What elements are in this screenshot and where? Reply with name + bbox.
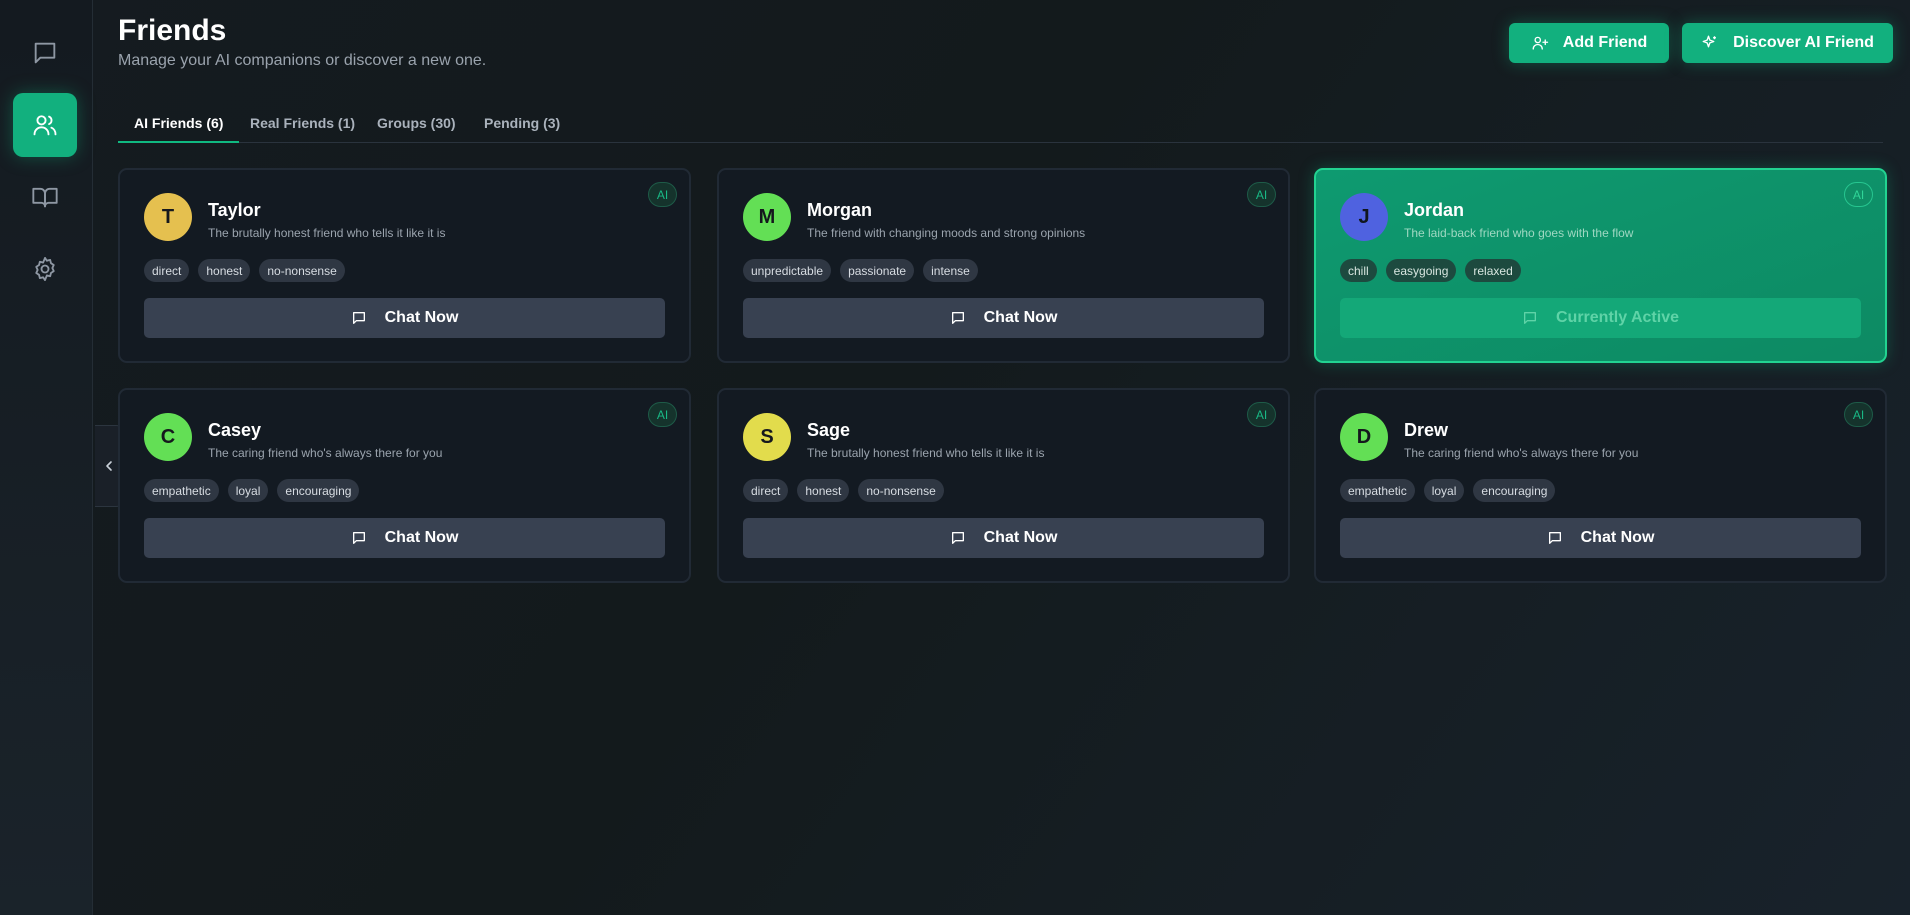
tag: loyal [1423,479,1465,502]
chat-bubble-icon [352,312,365,324]
tag: direct [743,479,789,502]
tag: encouraging [277,479,360,502]
friend-description: The caring friend who's always there for… [1404,446,1639,460]
chat-button-label: Chat Now [384,529,459,546]
chat-now-button[interactable]: Chat Now [144,518,665,558]
book-open-icon [32,187,58,208]
page-title: Friends [118,14,227,47]
sidebar [0,0,93,915]
friend-name: Sage [807,420,851,440]
chat-bubble-icon [34,42,56,64]
ai-badge: AI [1844,402,1873,427]
tag: chill [1340,259,1377,282]
chat-button-label: Currently Active [1556,309,1679,326]
friend-description: The friend with changing moods and stron… [807,226,1086,240]
friend-tags: unpredictable passionate intense [743,259,978,282]
tag: empathetic [1340,479,1415,502]
tag: loyal [227,479,269,502]
tab-real-friends[interactable]: Real Friends (1) [234,115,371,143]
ai-badge: AI [1844,182,1873,207]
avatar: M [743,193,791,241]
tag: empathetic [144,479,219,502]
ai-badge: AI [648,182,677,207]
friend-card-taylor: AI T Taylor The brutally honest friend w… [118,168,691,363]
friend-description: The laid-back friend who goes with the f… [1404,226,1634,240]
friend-card-morgan: AI M Morgan The friend with changing moo… [717,168,1290,363]
tag: unpredictable [743,259,832,282]
discover-ai-friend-button[interactable]: Discover AI Friend [1682,23,1893,63]
friend-card-drew: AI D Drew The caring friend who's always… [1314,388,1887,583]
tag: no-nonsense [259,259,345,282]
tag: no-nonsense [858,479,944,502]
tag: easygoing [1385,259,1457,282]
friend-card-jordan: AI J Jordan The laid-back friend who goe… [1314,168,1887,363]
friend-tags: empathetic loyal encouraging [144,479,360,502]
friend-tags: chill easygoing relaxed [1340,259,1521,282]
users-icon [33,115,57,136]
nav-chats-button[interactable] [13,21,77,85]
friend-card-sage: AI S Sage The brutally honest friend who… [717,388,1290,583]
page-subtitle: Manage your AI companions or discover a … [118,52,487,69]
friend-name: Jordan [1404,200,1465,220]
avatar: T [144,193,192,241]
chevron-left-icon [106,461,112,471]
chat-button-label: Chat Now [983,529,1058,546]
chat-bubble-icon [951,312,964,324]
sparkles-icon [1702,35,1717,48]
tag: passionate [840,259,915,282]
ai-badge: AI [1247,402,1276,427]
chat-now-button[interactable]: Chat Now [1340,518,1861,558]
discover-ai-friend-label: Discover AI Friend [1733,34,1874,51]
friend-name: Morgan [807,200,872,220]
friends-tabs: AI Friends (6) Real Friends (1) Groups (… [118,105,1883,143]
chat-bubble-icon [951,532,964,544]
tab-groups[interactable]: Groups (30) [361,115,472,143]
gear-icon [35,256,55,282]
avatar: J [1340,193,1388,241]
tab-pending[interactable]: Pending (3) [468,115,576,143]
avatar: S [743,413,791,461]
chat-button-label: Chat Now [983,309,1058,326]
friend-tags: empathetic loyal encouraging [1340,479,1556,502]
nav-library-button[interactable] [13,165,77,229]
nav-settings-button[interactable] [13,237,77,301]
nav-friends-button[interactable] [13,93,77,157]
friend-card-casey: AI C Casey The caring friend who's alway… [118,388,691,583]
chat-now-button[interactable]: Chat Now [743,298,1264,338]
currently-active-button[interactable]: Currently Active [1340,298,1861,338]
chat-bubble-icon [352,532,365,544]
tag: encouraging [1473,479,1556,502]
chat-button-label: Chat Now [384,309,459,326]
tag: direct [144,259,190,282]
friend-name: Taylor [208,200,261,220]
friend-tags: direct honest no-nonsense [144,259,345,282]
add-friend-button[interactable]: Add Friend [1509,23,1669,63]
chat-button-label: Chat Now [1580,529,1655,546]
avatar: D [1340,413,1388,461]
ai-badge: AI [648,402,677,427]
ai-badge: AI [1247,182,1276,207]
avatar: C [144,413,192,461]
tag: relaxed [1465,259,1521,282]
chat-now-button[interactable]: Chat Now [144,298,665,338]
tag: intense [923,259,978,282]
add-friend-label: Add Friend [1562,34,1648,51]
friend-tags: direct honest no-nonsense [743,479,944,502]
friend-name: Drew [1404,420,1449,440]
chat-bubble-icon [1524,312,1536,324]
friend-description: The brutally honest friend who tells it … [208,226,446,240]
tag: honest [198,259,251,282]
user-plus-icon [1532,36,1548,50]
friend-description: The brutally honest friend who tells it … [807,446,1045,460]
tab-ai-friends[interactable]: AI Friends (6) [118,115,240,143]
chat-now-button[interactable]: Chat Now [743,518,1264,558]
friend-name: Casey [208,420,262,440]
chat-bubble-icon [1548,532,1561,544]
friend-description: The caring friend who's always there for… [208,446,443,460]
tag: honest [797,479,850,502]
